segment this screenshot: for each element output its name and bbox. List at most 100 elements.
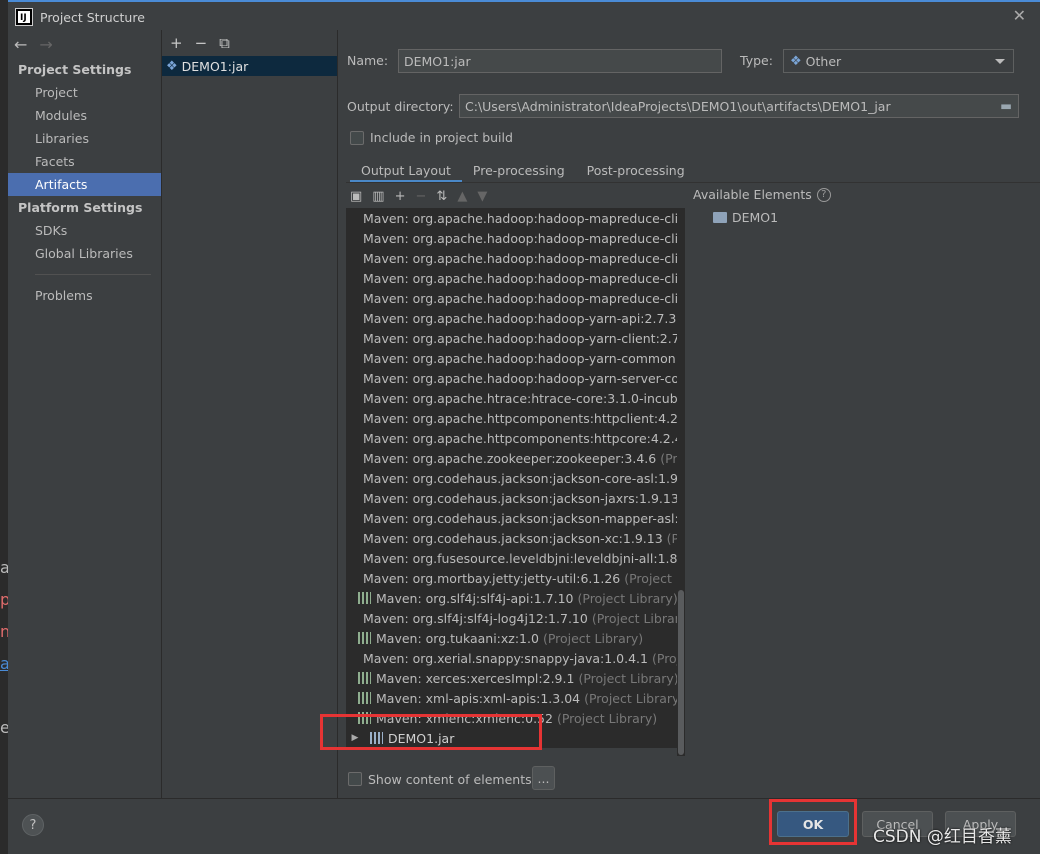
sort-icon[interactable]: ⇅ bbox=[436, 189, 447, 204]
tree-scrollbar-thumb[interactable] bbox=[678, 590, 684, 755]
type-diamond-icon: ❖ bbox=[790, 53, 802, 69]
tab-output-layout[interactable]: Output Layout bbox=[350, 158, 462, 183]
type-select[interactable]: ❖ Other bbox=[783, 49, 1014, 73]
include-in-build-label: Include in project build bbox=[370, 130, 513, 145]
tree-row-label: Maven: org.tukaani:xz:1.0 bbox=[376, 630, 539, 646]
output-layout-tree[interactable]: Maven: org.apache.hadoop:hadoop-mapreduc… bbox=[346, 208, 685, 748]
tree-row[interactable]: Maven: org.slf4j:slf4j-log4j12:1.7.10 (Pr… bbox=[346, 608, 685, 628]
tree-row-label: Maven: org.apache.hadoop:hadoop-mapreduc… bbox=[363, 270, 685, 286]
show-content-options-button[interactable]: ... bbox=[532, 766, 555, 790]
tree-row-note: (Project Libra bbox=[624, 570, 685, 586]
tree-row[interactable]: Maven: org.apache.hadoop:hadoop-mapreduc… bbox=[346, 228, 685, 248]
tree-row[interactable]: Maven: org.apache.hadoop:hadoop-yarn-ser… bbox=[346, 368, 685, 388]
tree-row-label: Maven: org.apache.hadoop:hadoop-yarn-api… bbox=[363, 310, 677, 326]
tree-row[interactable]: Maven: org.apache.hadoop:hadoop-yarn-api… bbox=[346, 308, 685, 328]
help-button[interactable]: ? bbox=[22, 814, 44, 836]
tree-row[interactable]: Maven: org.apache.httpcomponents:httpcor… bbox=[346, 428, 685, 448]
tree-row[interactable]: Maven: org.tukaani:xz:1.0 (Project Librar… bbox=[346, 628, 685, 648]
title-bar: IJ Project Structure ✕ bbox=[8, 4, 1040, 30]
library-jar-icon bbox=[358, 632, 371, 644]
tree-row[interactable]: Maven: org.apache.hadoop:hadoop-mapreduc… bbox=[346, 208, 685, 228]
sidebar-item-sdks[interactable]: SDKs bbox=[8, 219, 161, 242]
library-jar-icon bbox=[358, 592, 371, 604]
tree-row[interactable]: Maven: org.apache.hadoop:hadoop-mapreduc… bbox=[346, 288, 685, 308]
move-down-icon[interactable]: ▼ bbox=[477, 189, 487, 204]
tree-row[interactable]: Maven: org.xerial.snappy:snappy-java:1.0… bbox=[346, 648, 685, 668]
tab-pre-processing[interactable]: Pre-processing bbox=[462, 158, 576, 183]
include-in-build-checkbox[interactable] bbox=[350, 131, 364, 145]
sidebar-item-problems[interactable]: Problems bbox=[8, 284, 161, 307]
tree-row[interactable]: Maven: org.apache.httpcomponents:httpcli… bbox=[346, 408, 685, 428]
move-up-icon[interactable]: ▲ bbox=[457, 189, 467, 204]
window-title: Project Structure bbox=[40, 9, 145, 25]
tab-post-processing[interactable]: Post-processing bbox=[576, 158, 696, 183]
tree-row[interactable]: Maven: org.mortbay.jetty:jetty-util:6.1.… bbox=[346, 568, 685, 588]
tree-row[interactable]: Maven: xml-apis:xml-apis:1.3.04 (Project … bbox=[346, 688, 685, 708]
tree-row[interactable]: Maven: org.fusesource.leveldbjni:leveldb… bbox=[346, 548, 685, 568]
new-folder-icon[interactable]: ▣ bbox=[350, 189, 362, 204]
add-icon[interactable]: + bbox=[395, 189, 406, 204]
type-select-value: Other bbox=[805, 53, 842, 69]
tree-row-label: Maven: org.apache.hadoop:hadoop-yarn-com… bbox=[363, 350, 685, 366]
show-content-label: Show content of elements bbox=[368, 772, 532, 787]
tree-row[interactable]: Maven: org.apache.hadoop:hadoop-mapreduc… bbox=[346, 248, 685, 268]
tree-row[interactable]: Maven: org.apache.zookeeper:zookeeper:3.… bbox=[346, 448, 685, 468]
tree-row[interactable]: Maven: org.slf4j:slf4j-api:1.7.10 (Projec… bbox=[346, 588, 685, 608]
folder-browse-icon[interactable]: ▬ bbox=[1000, 98, 1012, 113]
copy-icon[interactable]: ⧉ bbox=[219, 34, 230, 52]
sidebar-item-modules[interactable]: Modules bbox=[8, 104, 161, 127]
tree-row[interactable]: Maven: org.apache.htrace:htrace-core:3.1… bbox=[346, 388, 685, 408]
tree-row[interactable]: Maven: org.codehaus.jackson:jackson-core… bbox=[346, 468, 685, 488]
tree-row[interactable]: Maven: xerces:xercesImpl:2.9.1 (Project L… bbox=[346, 668, 685, 688]
sidebar-item-facets[interactable]: Facets bbox=[8, 150, 161, 173]
artifact-list-label: DEMO1:jar bbox=[181, 58, 249, 74]
settings-sidebar: ← → Project Settings Project Modules Lib… bbox=[8, 30, 161, 798]
library-jar-icon bbox=[358, 672, 371, 684]
tree-row-label: Maven: org.xerial.snappy:snappy-java:1.0… bbox=[363, 650, 648, 666]
help-icon[interactable]: ? bbox=[816, 187, 831, 202]
library-icon[interactable]: ▥ bbox=[372, 189, 384, 204]
show-content-checkbox[interactable] bbox=[348, 772, 362, 786]
tree-row[interactable]: Maven: org.codehaus.jackson:jackson-mapp… bbox=[346, 508, 685, 528]
output-directory-label: Output directory: bbox=[347, 99, 454, 114]
tree-row-label: Maven: org.slf4j:slf4j-log4j12:1.7.10 bbox=[363, 610, 588, 626]
tree-row-note: (Project Library) bbox=[578, 670, 679, 686]
tree-row-label: Maven: org.apache.hadoop:hadoop-yarn-cli… bbox=[363, 330, 685, 346]
tree-row-note: (Project Library) bbox=[591, 610, 685, 626]
platform-settings-header: Platform Settings bbox=[18, 200, 143, 215]
output-directory-field[interactable]: C:\Users\Administrator\IdeaProjects\DEMO… bbox=[459, 94, 1019, 118]
available-elements-label: Available Elements bbox=[693, 187, 812, 202]
remove-icon[interactable]: − bbox=[195, 34, 208, 52]
close-icon[interactable]: ✕ bbox=[1013, 6, 1026, 25]
tree-row-label: Maven: xml-apis:xml-apis:1.3.04 bbox=[376, 690, 581, 706]
sidebar-item-project[interactable]: Project bbox=[8, 81, 161, 104]
tree-row-label: Maven: org.apache.httpcomponents:httpcli… bbox=[363, 410, 685, 426]
artifact-list-item[interactable]: ❖ DEMO1:jar bbox=[162, 56, 337, 76]
tree-row-label: Maven: org.mortbay.jetty:jetty-util:6.1.… bbox=[363, 570, 621, 586]
tree-row[interactable]: Maven: org.apache.hadoop:hadoop-yarn-com… bbox=[346, 348, 685, 368]
watermark: CSDN @红目香薰 bbox=[873, 827, 1012, 847]
tab-divider bbox=[346, 182, 1040, 183]
tree-row[interactable]: Maven: org.codehaus.jackson:jackson-xc:1… bbox=[346, 528, 685, 548]
sidebar-item-global-libraries[interactable]: Global Libraries bbox=[8, 242, 161, 265]
tree-row-label: Maven: org.apache.htrace:htrace-core:3.1… bbox=[363, 390, 685, 406]
sidebar-item-libraries[interactable]: Libraries bbox=[8, 127, 161, 150]
back-arrow-icon[interactable]: ← bbox=[14, 35, 27, 54]
forward-arrow-icon[interactable]: → bbox=[39, 35, 52, 54]
artifacts-list-panel: + − ⧉ ❖ DEMO1:jar bbox=[162, 30, 337, 798]
available-element-item[interactable]: DEMO1 bbox=[713, 210, 778, 225]
artifacts-toolbar: + − ⧉ bbox=[162, 30, 337, 56]
sidebar-item-artifacts[interactable]: Artifacts bbox=[8, 173, 161, 196]
tree-row[interactable]: Maven: org.codehaus.jackson:jackson-jaxr… bbox=[346, 488, 685, 508]
tree-row[interactable]: Maven: org.apache.hadoop:hadoop-mapreduc… bbox=[346, 268, 685, 288]
tree-row-label: Maven: org.codehaus.jackson:jackson-xc:1… bbox=[363, 530, 663, 546]
add-icon[interactable]: + bbox=[170, 34, 183, 52]
annotation-highlight bbox=[769, 799, 857, 845]
output-directory-value: C:\Users\Administrator\IdeaProjects\DEMO… bbox=[465, 98, 891, 114]
history-nav: ← → bbox=[8, 30, 161, 58]
tree-row-label: Maven: org.codehaus.jackson:jackson-core… bbox=[363, 470, 685, 486]
tree-row[interactable]: Maven: org.apache.hadoop:hadoop-yarn-cli… bbox=[346, 328, 685, 348]
remove-icon[interactable]: − bbox=[416, 189, 427, 204]
name-field[interactable]: DEMO1:jar bbox=[398, 49, 722, 73]
tree-row-label: Maven: org.apache.hadoop:hadoop-mapreduc… bbox=[363, 290, 685, 306]
